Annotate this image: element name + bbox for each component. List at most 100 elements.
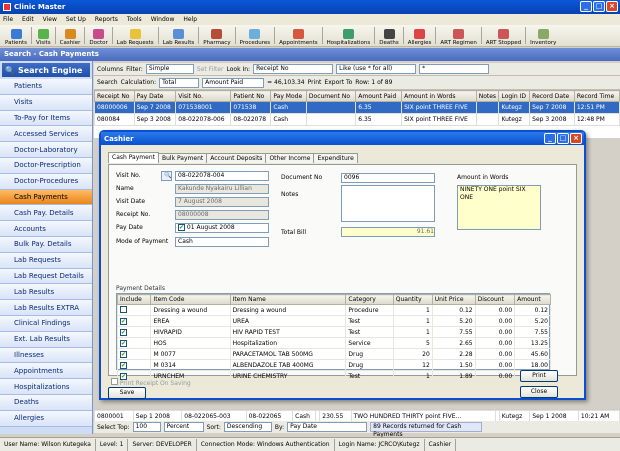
toolbar-deaths-button[interactable]: Deaths <box>376 25 402 46</box>
sidebar-item-lab-request-details[interactable]: Lab Request Details <box>0 268 92 285</box>
sidebar-item-lab-results-extra[interactable]: Lab Results EXTRA <box>0 300 92 316</box>
dialog-print-button[interactable]: Print <box>520 370 558 382</box>
toolbar-procedures-button[interactable]: Procedures <box>237 25 274 46</box>
sidebar-item-cash-payments[interactable]: Cash Payments <box>0 189 92 206</box>
toolbar-appointments-button[interactable]: Appointments <box>276 25 321 46</box>
maximize-button[interactable]: □ <box>593 1 605 12</box>
toolbar-pharmacy-button[interactable]: Pharmacy <box>200 25 233 46</box>
column-header[interactable]: Patient No <box>230 90 272 102</box>
include-cell[interactable]: ✔ <box>116 359 152 371</box>
sidebar-item-visits[interactable]: Visits <box>0 94 92 111</box>
sidebar-item-lab-requests[interactable]: Lab Requests <box>0 252 92 269</box>
payment-mode-select[interactable]: Cash <box>175 237 269 247</box>
column-header[interactable]: Record Date <box>529 90 575 102</box>
column-header[interactable]: Pay Mode <box>270 90 307 102</box>
toolbar-doctor-button[interactable]: Doctor <box>86 25 110 46</box>
include-cell[interactable] <box>116 304 152 316</box>
tab-expenditure[interactable]: Expenditure <box>313 153 358 163</box>
calculation-select[interactable]: Total <box>159 77 200 88</box>
include-cell[interactable]: ✔ <box>116 348 152 360</box>
payment-item-row[interactable]: ✔ EREA UREA Test 1 5.20 0.00 5.20 <box>116 315 551 327</box>
payment-item-row[interactable]: Dressing a wound Dressing a wound Procedur… <box>116 304 551 316</box>
sidebar-item-bulk-pay-details[interactable]: Bulk Pay. Details <box>0 236 92 253</box>
column-header[interactable]: Document No <box>305 90 357 102</box>
table-row[interactable]: 08000006 Sep 7 2008 071538001 071538 Cash 6.3… <box>94 101 620 114</box>
toolbar-visits-button[interactable]: Visits <box>33 25 54 46</box>
print-receipt-checkbox[interactable] <box>111 378 118 385</box>
columns-button[interactable]: Columns <box>97 66 123 73</box>
table-row[interactable]: 080084 Sep 3 2008 08-022078-006 08-022078 Ca… <box>94 113 620 126</box>
column-header[interactable]: Amount in Words <box>401 90 477 102</box>
dialog-close-button[interactable]: × <box>570 133 582 144</box>
toolbar-patients-button[interactable]: Patients <box>2 25 30 46</box>
menu-edit[interactable]: Edit <box>22 16 34 23</box>
sidebar-item-doctor-prescription[interactable]: Doctor-Prescription <box>0 157 92 174</box>
sidebar-item-doctor-laboratory[interactable]: Doctor-Laboratory <box>0 142 92 158</box>
include-checkbox[interactable] <box>120 305 127 313</box>
menu-view[interactable]: View <box>43 16 57 23</box>
sidebar-item-to-pay-for-items[interactable]: To-Pay for Items <box>0 110 92 127</box>
save-button[interactable]: Save <box>108 387 146 399</box>
include-checkbox[interactable]: ✔ <box>120 339 127 347</box>
column-header[interactable]: Login ID <box>498 90 531 102</box>
toolbar-art-stopped-button[interactable]: ART Stopped <box>483 25 524 46</box>
sidebar-item-allergies[interactable]: Allergies <box>0 410 92 427</box>
include-cell[interactable]: ✔ <box>116 315 152 327</box>
include-checkbox[interactable]: ✔ <box>120 350 127 358</box>
toolbar-art-regimen-button[interactable]: ART Regimen <box>437 25 480 46</box>
column-header[interactable]: Notes <box>475 90 500 102</box>
column-header[interactable]: Receipt No <box>94 90 135 102</box>
search-text-input[interactable]: * <box>419 64 490 74</box>
payment-item-row[interactable]: ✔ M 0077 PARACETAMOL TAB 500MG Drug 20 2.28 0.… <box>116 348 551 360</box>
filter-select[interactable]: Simple <box>145 64 194 74</box>
toolbar-inventory-button[interactable]: Inventory <box>527 25 559 46</box>
column-header[interactable]: Pay Date <box>133 90 177 102</box>
include-cell[interactable]: ✔ <box>116 326 152 338</box>
menu-tools[interactable]: Tools <box>127 16 142 23</box>
dialog-minimize-button[interactable]: _ <box>544 133 556 144</box>
menu-reports[interactable]: Reports <box>95 16 118 23</box>
payment-item-row[interactable]: ✔ M 0314 ALBENDAZOLE TAB 400MG Drug 12 1.50 0.… <box>116 359 551 371</box>
toolbar-allergies-button[interactable]: Allergies <box>405 25 435 46</box>
sort-select[interactable]: Descending <box>223 422 272 432</box>
percent-select[interactable]: Percent <box>163 422 204 432</box>
dialog-close-text-button[interactable]: Close <box>520 386 558 398</box>
include-checkbox[interactable]: ✔ <box>120 317 127 325</box>
search-button[interactable]: Search <box>97 79 118 86</box>
set-filter-button[interactable]: Set Filter <box>197 66 224 73</box>
menu-window[interactable]: Window <box>151 16 175 23</box>
print-receipt-option[interactable]: Print Receipt On Saving <box>111 378 191 387</box>
sidebar-item-illnesses[interactable]: Illnesses <box>0 347 92 364</box>
sidebar-item-lab-results[interactable]: Lab Results <box>0 284 92 301</box>
column-header[interactable]: Record Time <box>573 90 620 102</box>
include-checkbox[interactable]: ✔ <box>120 328 127 336</box>
pay-date-checkbox[interactable]: ✔ <box>178 224 185 231</box>
toolbar-lab-results-button[interactable]: Lab Results <box>160 25 198 46</box>
close-button[interactable]: × <box>606 1 618 12</box>
sidebar-item-deaths[interactable]: Deaths <box>0 394 92 411</box>
toolbar-cashier-button[interactable]: Cashier <box>57 25 84 46</box>
sidebar-item-hospitalizations[interactable]: Hospitalizations <box>0 379 92 395</box>
sidebar-item-accounts[interactable]: Accounts <box>0 221 92 237</box>
find-visit-icon[interactable]: 🔍 <box>161 171 172 181</box>
column-header[interactable]: Amount Paid <box>355 90 403 102</box>
look-in-select[interactable]: Receipt No <box>253 64 334 74</box>
minimize-button[interactable]: _ <box>580 1 592 12</box>
calc-field-select[interactable]: Amount Paid <box>202 77 265 88</box>
menu-set-up[interactable]: Set Up <box>66 16 86 23</box>
menu-help[interactable]: Help <box>183 16 197 23</box>
sidebar-item-cash-pay-details[interactable]: Cash Pay. Details <box>0 205 92 222</box>
like-select[interactable]: Like (use * for all) <box>336 64 417 74</box>
sort-by-select[interactable]: Pay Date <box>287 422 368 432</box>
include-checkbox[interactable]: ✔ <box>120 361 127 369</box>
visit-no-input[interactable]: 08-022078-004 <box>175 171 269 181</box>
sidebar-item-ext-lab-results[interactable]: Ext. Lab Results <box>0 331 92 348</box>
tab-account-deposits[interactable]: Account Deposits <box>206 153 267 163</box>
tab-other-income[interactable]: Other Income <box>265 153 315 163</box>
include-cell[interactable]: ✔ <box>116 337 152 349</box>
sidebar-item-accessed-services[interactable]: Accessed Services <box>0 126 92 143</box>
payment-item-row[interactable]: ✔ HOS Hospitalization Service 5 2.65 0.00 13.25 <box>116 337 551 349</box>
top-count-input[interactable]: 100 <box>132 422 161 432</box>
column-header[interactable]: Visit No. <box>175 90 232 102</box>
dialog-maximize-button[interactable]: □ <box>557 133 569 144</box>
